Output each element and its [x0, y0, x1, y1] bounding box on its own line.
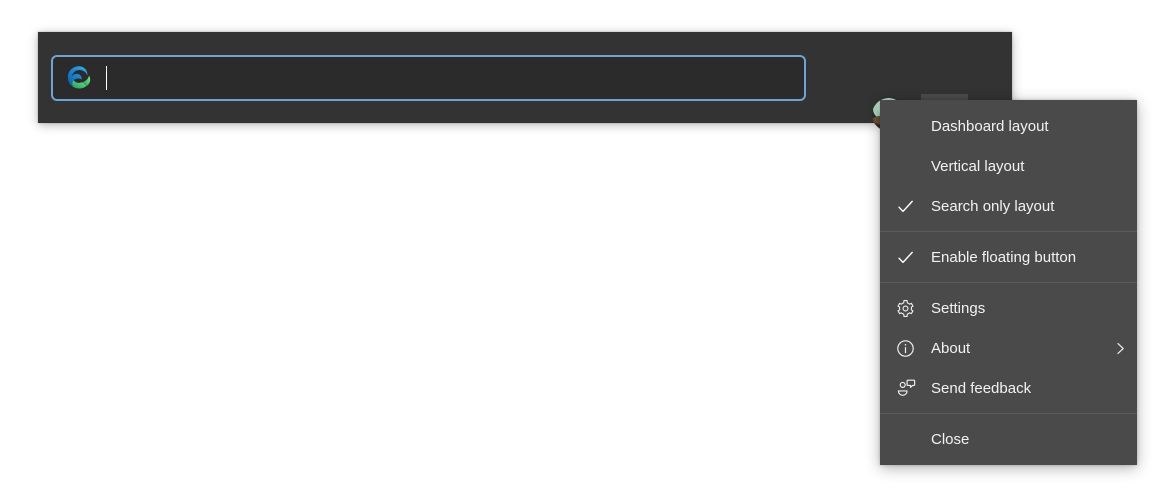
menu-separator	[880, 282, 1137, 283]
menu-group-actions: Settings About Send feedback	[880, 288, 1137, 408]
menu-group-layouts: Dashboard layout Vertical layout Search …	[880, 106, 1137, 226]
check-icon	[880, 248, 931, 267]
menu-item-search-only-layout[interactable]: Search only layout	[880, 186, 1137, 226]
menu-item-label: Enable floating button	[931, 248, 1077, 266]
info-icon	[880, 339, 931, 358]
menu-item-send-feedback[interactable]: Send feedback	[880, 368, 1137, 408]
menu-item-settings[interactable]: Settings	[880, 288, 1137, 328]
search-bar-toolbar	[38, 32, 1015, 137]
text-caret	[106, 66, 107, 90]
menu-item-label: Dashboard layout	[931, 117, 1049, 135]
edge-logo-icon	[66, 65, 92, 91]
chevron-right-icon	[1103, 341, 1137, 356]
menu-item-close[interactable]: Close	[880, 419, 1137, 459]
menu-item-label: Search only layout	[931, 197, 1055, 215]
search-input-container[interactable]	[51, 55, 806, 101]
menu-item-label: Vertical layout	[931, 157, 1025, 175]
check-icon	[880, 197, 931, 216]
menu-separator	[880, 231, 1137, 232]
menu-item-label: About	[931, 339, 971, 357]
search-input[interactable]	[92, 57, 804, 99]
menu-item-label: Settings	[931, 299, 986, 317]
menu-item-label: Close	[931, 430, 970, 448]
menu-separator	[880, 413, 1137, 414]
menu-item-label: Send feedback	[931, 379, 1032, 397]
feedback-icon	[880, 378, 931, 398]
menu-item-about[interactable]: About	[880, 328, 1137, 368]
menu-item-dashboard-layout[interactable]: Dashboard layout	[880, 106, 1137, 146]
menu-item-enable-floating-button[interactable]: Enable floating button	[880, 237, 1137, 277]
settings-context-menu: Dashboard layout Vertical layout Search …	[880, 100, 1137, 465]
menu-group-close: Close	[880, 419, 1137, 459]
menu-item-vertical-layout[interactable]: Vertical layout	[880, 146, 1137, 186]
menu-group-floating-button: Enable floating button	[880, 237, 1137, 277]
gear-icon	[880, 299, 931, 318]
